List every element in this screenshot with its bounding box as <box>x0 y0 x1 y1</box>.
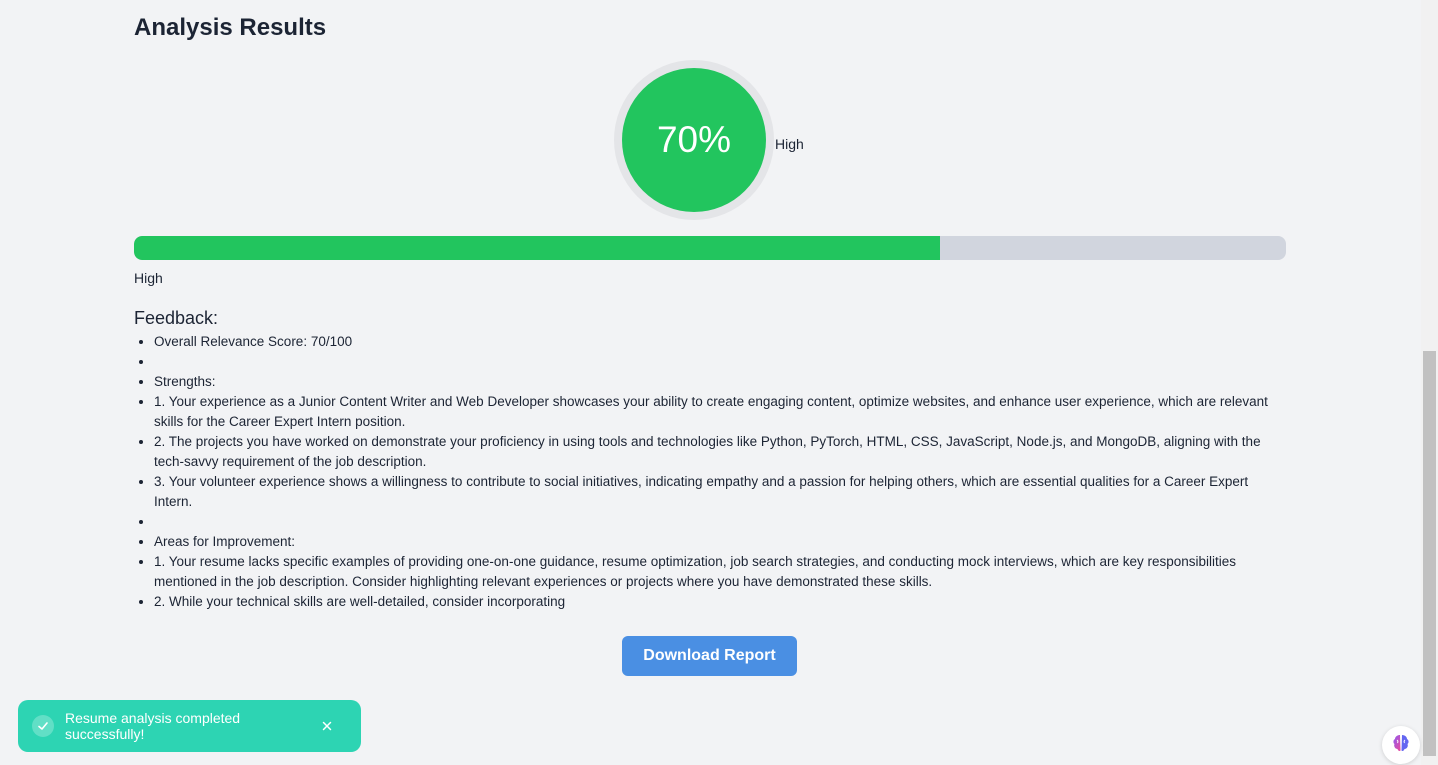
score-percent: 70% <box>656 119 732 160</box>
feedback-item <box>154 512 1290 532</box>
brain-icon <box>1390 732 1412 759</box>
page-title: Analysis Results <box>134 14 327 41</box>
feedback-item: 1. Your experience as a Junior Content W… <box>154 392 1290 432</box>
progress-level-label: High <box>134 270 163 286</box>
assistant-button[interactable] <box>1382 726 1420 764</box>
feedback-item: 2. The projects you have worked on demon… <box>154 432 1290 472</box>
score-progress-bar <box>134 236 1286 260</box>
feedback-item: 2. While your technical skills are well-… <box>154 592 1290 612</box>
toast-message: Resume analysis completed successfully! <box>65 710 241 742</box>
score-level-label: High <box>775 136 804 152</box>
success-toast: Resume analysis completed successfully! <box>18 700 361 752</box>
download-report-button[interactable]: Download Report <box>622 636 797 676</box>
feedback-heading: Feedback: <box>134 308 219 328</box>
feedback-item: 3. Your volunteer experience shows a wil… <box>154 472 1290 512</box>
scrollbar-thumb[interactable] <box>1423 351 1436 756</box>
feedback-item <box>154 352 1290 372</box>
close-icon[interactable] <box>317 716 337 736</box>
check-icon <box>32 715 54 737</box>
score-gauge: 70% <box>622 68 766 212</box>
feedback-item: Strengths: <box>154 372 1290 392</box>
score-progress-fill <box>134 236 941 260</box>
feedback-item: Areas for Improvement: <box>154 532 1290 552</box>
feedback-list: Overall Relevance Score: 70/100 Strengths… <box>154 332 1290 612</box>
feedback-item: 1. Your resume lacks specific examples o… <box>154 552 1290 592</box>
feedback-item: Overall Relevance Score: 70/100 <box>154 332 1290 352</box>
analysis-page: Analysis Results 70% High High Feedback:… <box>0 0 1438 765</box>
